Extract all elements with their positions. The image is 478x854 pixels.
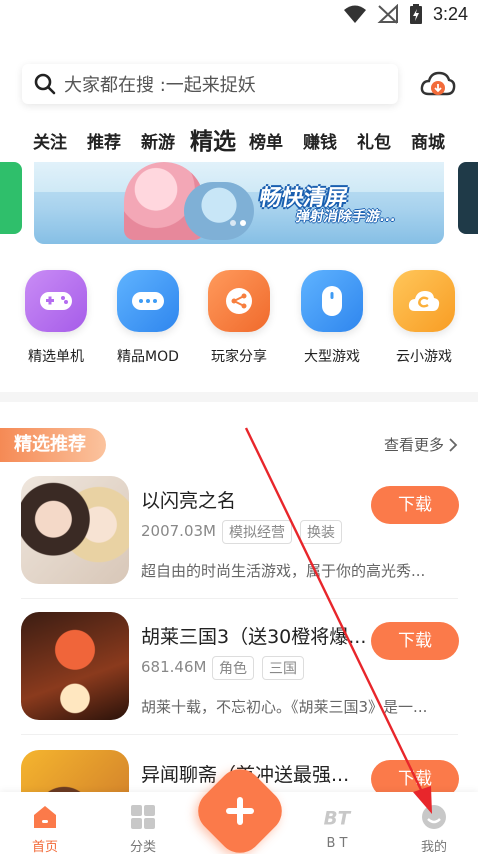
- game-tag: 角色: [212, 656, 254, 680]
- game-icon: [21, 476, 129, 584]
- game-size: 681.46M: [141, 658, 207, 676]
- game-icon: [21, 612, 129, 720]
- quick-entry-label: 精品MOD: [117, 349, 179, 365]
- banner-next-peek[interactable]: [458, 162, 478, 234]
- quick-entry-share[interactable]: 玩家分享: [194, 270, 284, 366]
- see-more-link[interactable]: 查看更多: [384, 434, 458, 455]
- game-title: 以闪亮之名: [141, 490, 237, 512]
- banner-prev-peek[interactable]: [0, 162, 22, 234]
- battery-charging-icon: [409, 4, 422, 24]
- cloud-game-icon: [408, 291, 440, 311]
- quick-entry-label: 玩家分享: [211, 349, 267, 365]
- tab-gifts[interactable]: 礼包: [357, 128, 391, 153]
- status-bar: 3:24: [0, 0, 478, 28]
- plus-icon: [204, 775, 276, 847]
- search-placeholder: 大家都在搜 :一起来捉妖: [64, 75, 256, 96]
- tab-new-games[interactable]: 新游: [141, 128, 175, 153]
- search-icon: [34, 73, 56, 95]
- quick-entry-label: 大型游戏: [304, 349, 360, 365]
- game-icon: [21, 750, 129, 792]
- tab-rankings[interactable]: 榜单: [249, 128, 283, 153]
- nav-label: 我的: [420, 840, 447, 854]
- svg-text:BT: BT: [324, 809, 352, 830]
- no-signal-icon: [377, 4, 398, 24]
- download-button[interactable]: 下载: [371, 486, 459, 524]
- grid-icon: [131, 805, 155, 829]
- game-list-item[interactable]: 以闪亮之名 2007.03M 模拟经营 换装 超自由的时尚生活游戏，属于你的高光…: [0, 476, 478, 606]
- game-size: 2007.03M: [141, 522, 216, 540]
- game-tags: 模拟经营 换装: [222, 520, 342, 544]
- quick-entry-label: 精选单机: [28, 349, 84, 365]
- bt-icon: BT: [324, 809, 352, 830]
- section-divider: [0, 392, 478, 402]
- game-tags: 角色 三国: [212, 656, 304, 680]
- search-bar[interactable]: 大家都在搜 :一起来捉妖: [22, 64, 398, 104]
- home-icon: [34, 806, 56, 828]
- download-button[interactable]: 下载: [371, 760, 459, 792]
- carousel-dot: [230, 220, 236, 226]
- chevron-right-icon: [449, 437, 458, 452]
- quick-entry-large-games[interactable]: 大型游戏: [287, 270, 377, 366]
- category-tabs: 关注 推荐 新游 精选 榜单 赚钱 礼包 商城: [0, 120, 478, 160]
- nav-bt[interactable]: BT B T: [297, 792, 377, 852]
- list-divider: [21, 734, 458, 735]
- quick-entry-grid: 精选单机 精品MOD 玩家分享 大型游戏 云小游戏: [0, 270, 478, 370]
- wifi-icon: [343, 5, 366, 23]
- nav-home[interactable]: 首页: [5, 792, 85, 854]
- download-button[interactable]: 下载: [371, 622, 459, 660]
- nav-category[interactable]: 分类: [103, 792, 183, 854]
- gamepad-icon: [40, 292, 72, 310]
- tab-recommend[interactable]: 推荐: [87, 128, 121, 153]
- cloud-download-icon[interactable]: [420, 68, 456, 100]
- game-tag: 三国: [262, 656, 304, 680]
- banner-carousel[interactable]: 畅快清屏 弹射消除手游...: [0, 162, 478, 244]
- nav-mine[interactable]: 我的: [394, 792, 474, 854]
- clock-time: 3:24: [432, 3, 468, 24]
- game-list-item[interactable]: 胡莱三国3（送30橙将爆... 681.46M 角色 三国 胡莱十载，不忘初心。…: [0, 612, 478, 742]
- nav-label: 分类: [129, 840, 156, 854]
- game-title: 胡莱三国3（送30橙将爆...: [141, 626, 367, 648]
- mod-gamepad-icon: [132, 292, 164, 310]
- game-tag: 换装: [300, 520, 342, 544]
- share-icon: [226, 288, 252, 314]
- quick-entry-standalone[interactable]: 精选单机: [11, 270, 101, 366]
- tab-earn[interactable]: 赚钱: [303, 128, 337, 153]
- tab-featured[interactable]: 精选: [190, 122, 236, 156]
- banner-subtitle: 弹射消除手游...: [294, 209, 398, 225]
- game-description: 超自由的时尚生活游戏，属于你的高光秀...: [141, 562, 426, 580]
- profile-icon: [422, 805, 446, 829]
- quick-entry-label: 云小游戏: [396, 349, 452, 365]
- section-title: 精选推荐: [0, 428, 106, 462]
- see-more-label: 查看更多: [383, 436, 444, 454]
- tab-follow[interactable]: 关注: [33, 128, 67, 153]
- nav-label: 首页: [31, 840, 58, 854]
- carousel-dot-active: [240, 220, 246, 226]
- nav-label: B T: [326, 836, 348, 851]
- quick-entry-mod[interactable]: 精品MOD: [103, 270, 193, 366]
- banner-character-image-2: [184, 182, 254, 240]
- game-description: 胡莱十载，不忘初心。《胡莱三国3》是一...: [141, 698, 428, 716]
- tab-store[interactable]: 商城: [411, 128, 445, 153]
- banner-slide[interactable]: 畅快清屏 弹射消除手游...: [34, 162, 444, 244]
- quick-entry-cloud-games[interactable]: 云小游戏: [379, 270, 469, 366]
- game-tag: 模拟经营: [222, 520, 292, 544]
- mouse-icon: [322, 286, 342, 316]
- list-divider: [21, 598, 458, 599]
